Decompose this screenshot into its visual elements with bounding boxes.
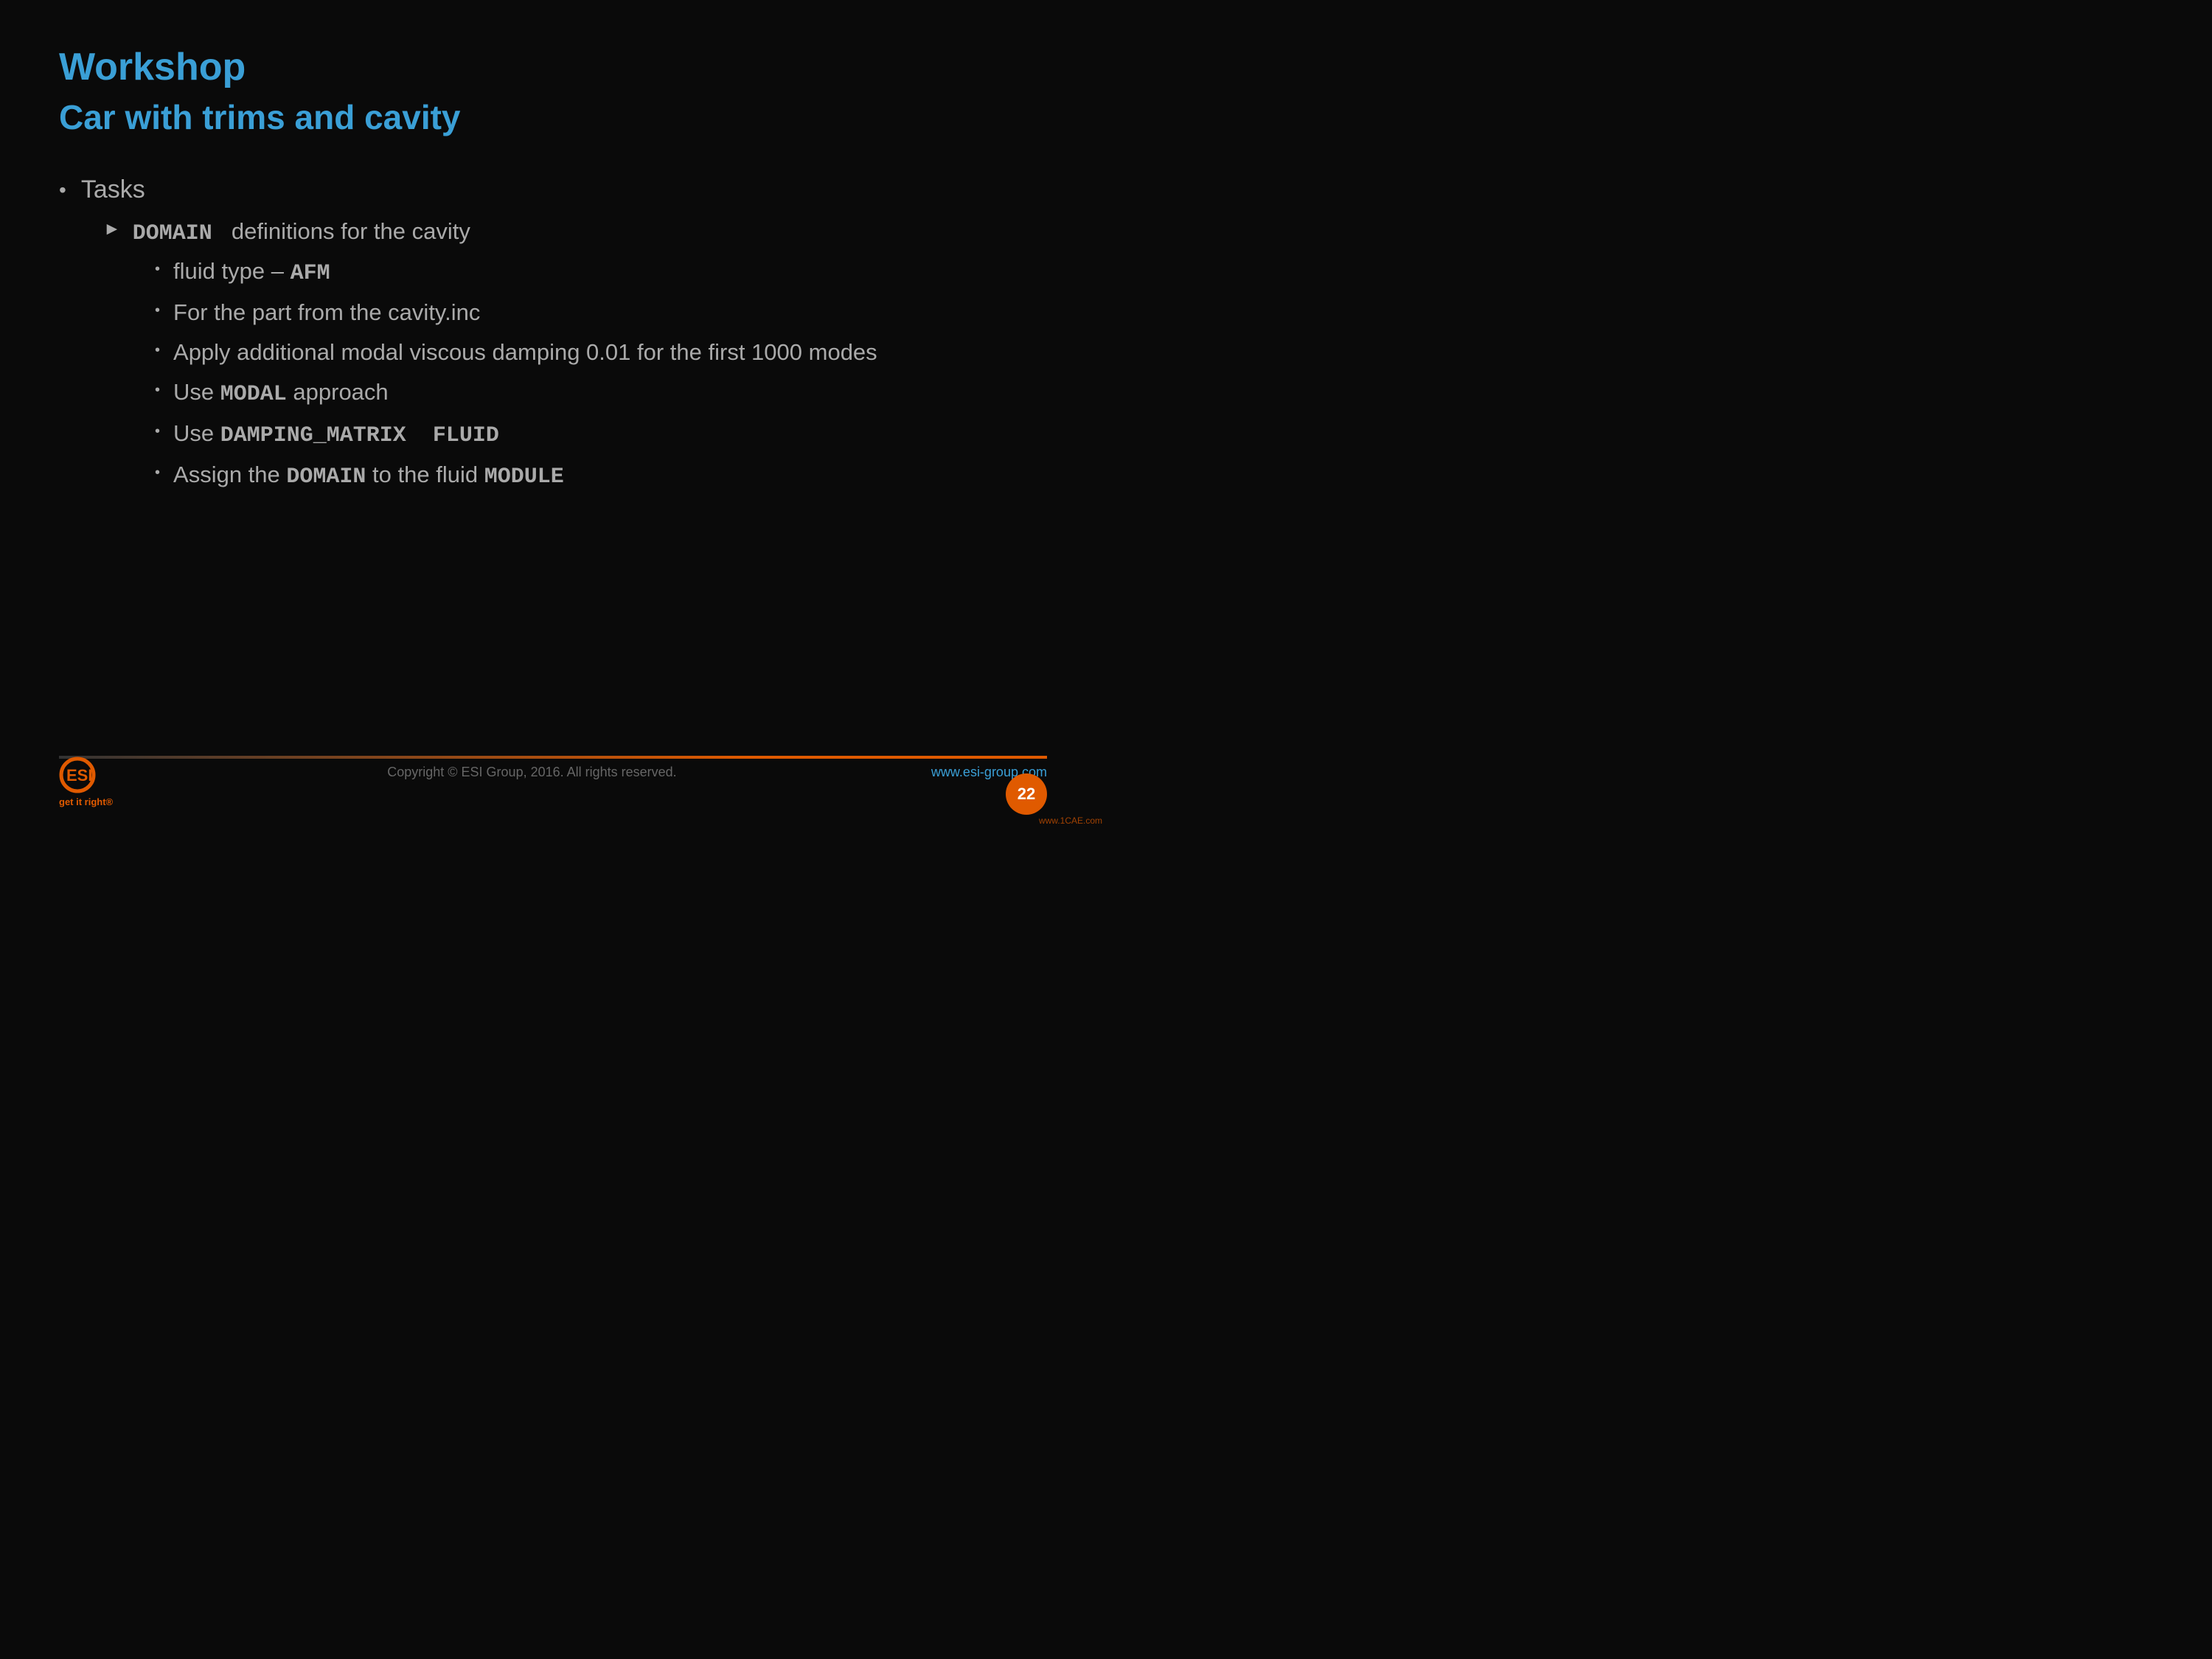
domain-desc: definitions for the cavity bbox=[219, 218, 470, 244]
module-code: MODULE bbox=[484, 465, 564, 490]
footer-content: Copyright © ESI Group, 2016. All rights … bbox=[0, 759, 1106, 780]
tasks-bullet: • Tasks bbox=[59, 175, 1047, 204]
title-workshop: Workshop bbox=[59, 44, 1047, 90]
dot-dm: • bbox=[155, 423, 160, 440]
damping-text: Apply additional modal viscous damping 0… bbox=[173, 339, 877, 366]
dot-damping: • bbox=[155, 342, 160, 359]
svg-text:ESI: ESI bbox=[66, 766, 92, 785]
dm-text: Use DAMPING_MATRIX FLUID bbox=[173, 420, 499, 448]
cavity-text: For the part from the cavity.inc bbox=[173, 299, 480, 326]
slide: Workshop Car with trims and cavity • Tas… bbox=[0, 0, 1106, 830]
assign-label: Assign the bbox=[173, 462, 286, 487]
fluid-text: fluid type – AFM bbox=[173, 258, 330, 286]
item-damping-matrix: • Use DAMPING_MATRIX FLUID bbox=[155, 420, 1047, 448]
item-fluid-type: • fluid type – AFM bbox=[155, 258, 1047, 286]
item-assign-domain: • Assign the DOMAIN to the fluid MODULE bbox=[155, 462, 1047, 490]
logo-tagline: get it right® bbox=[59, 796, 113, 807]
damping-matrix-code: DAMPING_MATRIX FLUID bbox=[220, 423, 499, 448]
fluid-label: fluid type – bbox=[173, 258, 291, 284]
modal-text: Use MODAL approach bbox=[173, 379, 389, 407]
dot-modal: • bbox=[155, 382, 160, 399]
watermark: www.1CAE.com bbox=[1039, 815, 1102, 826]
esi-logo: ESI bbox=[59, 754, 118, 795]
assign-text: Assign the DOMAIN to the fluid MODULE bbox=[173, 462, 564, 490]
content-area: • Tasks ► DOMAIN definitions for the cav… bbox=[59, 175, 1047, 490]
item-modal: • Use MODAL approach bbox=[155, 379, 1047, 407]
modal-code: MODAL bbox=[220, 382, 287, 407]
arrow-icon: ► bbox=[103, 219, 121, 240]
approach-label: approach bbox=[287, 379, 389, 405]
domain-bullet: ► DOMAIN definitions for the cavity bbox=[103, 218, 1047, 246]
afm-code: AFM bbox=[291, 261, 330, 286]
to-fluid-label: to the fluid bbox=[366, 462, 484, 487]
domain-text: DOMAIN definitions for the cavity bbox=[133, 218, 470, 246]
dot-cavity: • bbox=[155, 302, 160, 319]
use-label-modal: Use bbox=[173, 379, 220, 405]
title-subtitle: Car with trims and cavity bbox=[59, 97, 1047, 138]
item-cavity-inc: • For the part from the cavity.inc bbox=[155, 299, 1047, 326]
logo-area: ESI get it right® bbox=[59, 754, 118, 807]
bullet-dot-1: • bbox=[59, 178, 66, 202]
footer: ESI get it right® Copyright © ESI Group,… bbox=[0, 756, 1106, 830]
domain-code: DOMAIN bbox=[133, 221, 212, 246]
domain-code2: DOMAIN bbox=[286, 465, 366, 490]
footer-copyright: Copyright © ESI Group, 2016. All rights … bbox=[387, 765, 676, 780]
item-damping: • Apply additional modal viscous damping… bbox=[155, 339, 1047, 366]
use-label-dm: Use bbox=[173, 420, 220, 446]
page-number: 22 bbox=[1006, 773, 1047, 815]
tasks-label: Tasks bbox=[81, 175, 145, 204]
dot-fluid: • bbox=[155, 261, 160, 278]
dot-assign: • bbox=[155, 465, 160, 481]
